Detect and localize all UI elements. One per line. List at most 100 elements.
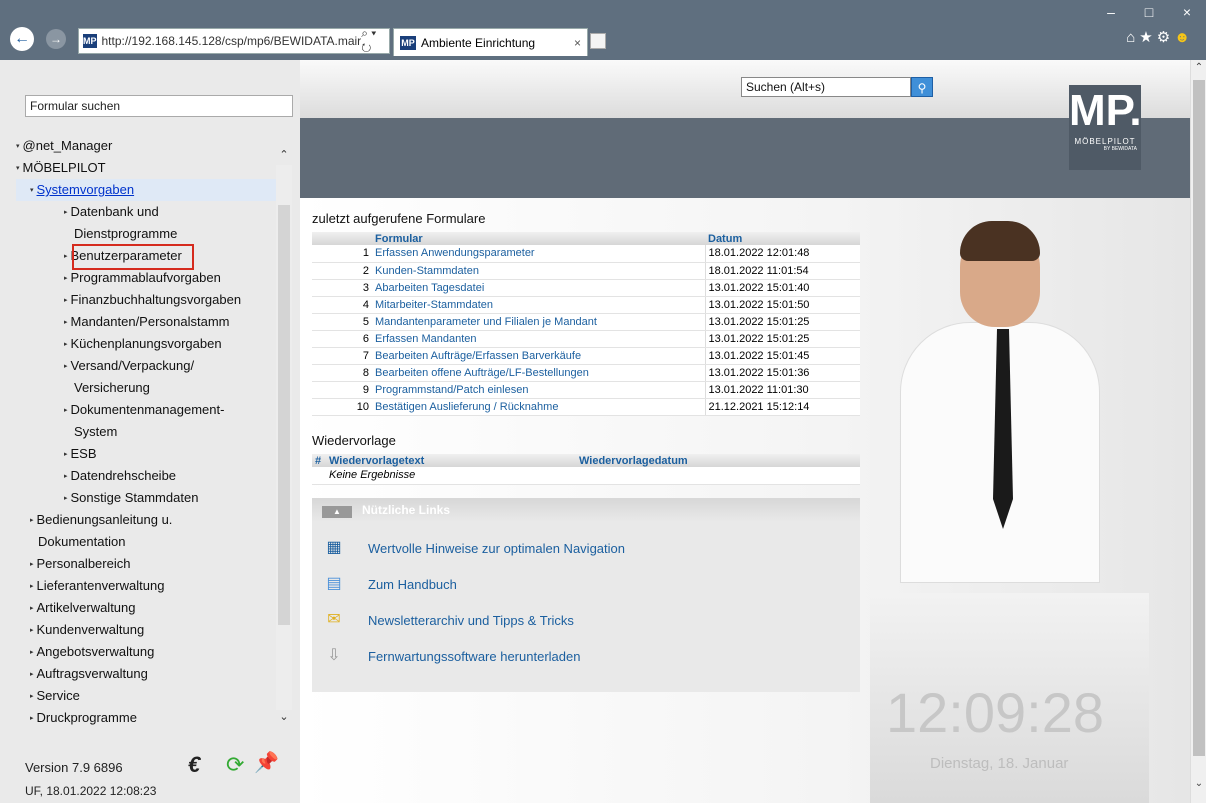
favorites-icon[interactable]: ★: [1139, 29, 1156, 46]
sidebar-item-artikelverwaltung[interactable]: ▸ Artikelverwaltung: [16, 597, 278, 619]
form-link[interactable]: Abarbeiten Tagesdatei: [372, 279, 705, 297]
tree-scrollbar-thumb[interactable]: [278, 205, 290, 625]
pin-icon[interactable]: 📌: [254, 750, 279, 775]
sidebar-item-finanzbuchhaltungsvorgaben[interactable]: ▸ Finanzbuchhaltungsvorgaben: [16, 289, 278, 311]
useful-links-header[interactable]: ▲ Nützliche Links: [312, 498, 860, 522]
table-row[interactable]: 4 Mitarbeiter-Stammdaten 13.01.2022 15:01:…: [312, 296, 860, 314]
table-row[interactable]: 7 Bearbeiten Aufträge/Erfassen Barverkäuf…: [312, 347, 860, 365]
global-search-input[interactable]: Suchen (Alt+s): [741, 77, 911, 97]
sidebar-item-sonstige-stammdaten[interactable]: ▸ Sonstige Stammdaten: [16, 487, 278, 509]
form-link[interactable]: Programmstand/Patch einlesen: [372, 381, 705, 399]
back-button[interactable]: ←: [10, 27, 34, 51]
tab-favicon: MP: [400, 35, 416, 50]
sidebar-item-kundenverwaltung[interactable]: ▸ Kundenverwaltung: [16, 619, 278, 641]
form-link[interactable]: Mandantenparameter und Filialen je Manda…: [372, 313, 705, 331]
table-row[interactable]: 6 Erfassen Mandanten 13.01.2022 15:01:25: [312, 330, 860, 348]
table-row[interactable]: 8 Bearbeiten offene Aufträge/LF-Bestellun…: [312, 364, 860, 382]
logo-byline: BY BEWIDATA: [1103, 146, 1137, 152]
sidebar-item-label: Versand/Verpackung/: [70, 358, 195, 373]
sidebar-item-label: Artikelverwaltung: [36, 600, 136, 615]
sidebar-item-label: Dokumentation: [38, 534, 126, 549]
sidebar-item-druckprogramme[interactable]: ▸ Druckprogramme: [16, 707, 278, 729]
sidebar-item--net-manager[interactable]: ▾ @net_Manager: [16, 135, 278, 157]
form-link[interactable]: Bearbeiten offene Aufträge/LF-Bestellung…: [372, 364, 705, 382]
form-search-input[interactable]: Formular suchen: [25, 95, 293, 117]
sidebar-item-personalbereich[interactable]: ▸ Personalbereich: [16, 553, 278, 575]
sidebar-item-datenbank-und[interactable]: ▸ Datenbank und: [16, 201, 278, 223]
page-scrollbar[interactable]: ⌃ ⌄: [1190, 60, 1206, 803]
sidebar-item-label: Systemvorgaben: [36, 182, 135, 197]
table-row[interactable]: 9 Programmstand/Patch einlesen 13.01.2022 …: [312, 381, 860, 399]
row-date: 13.01.2022 15:01:40: [704, 279, 860, 297]
euro-icon[interactable]: €: [188, 752, 200, 778]
sidebar-item-label: Auftragsverwaltung: [36, 666, 148, 681]
collapse-icon[interactable]: ▲: [322, 506, 352, 518]
table-row[interactable]: 1 Erfassen Anwendungsparameter 18.01.2022 …: [312, 245, 860, 263]
sidebar-item-angebotsverwaltung[interactable]: ▸ Angebotsverwaltung: [16, 641, 278, 663]
sidebar-item-esb[interactable]: ▸ ESB: [16, 443, 278, 465]
form-link[interactable]: Erfassen Anwendungsparameter: [372, 245, 705, 263]
settings-gear-icon[interactable]: ⚙: [1157, 29, 1174, 46]
logo-mark: MP.: [1069, 86, 1142, 135]
sidebar-item-versicherung[interactable]: Versicherung: [16, 377, 278, 399]
scroll-up-icon[interactable]: ⌃: [1191, 62, 1206, 73]
table-row[interactable]: 10 Bestätigen Auslieferung / Rücknahme 21.…: [312, 398, 860, 416]
close-icon[interactable]: ×: [1168, 4, 1206, 20]
expanded-arrow-icon: ▾: [16, 164, 20, 172]
sidebar-item-dokumentenmanagement[interactable]: ▸ Dokumentenmanagement-: [16, 399, 278, 421]
table-row[interactable]: 2 Kunden-Stammdaten 18.01.2022 11:01:54: [312, 262, 860, 280]
tree-scrollbar[interactable]: [276, 165, 292, 710]
row-number: 9: [312, 381, 372, 399]
link-navigation-hints[interactable]: ▦ Wertvolle Hinweise zur optimalen Naviga…: [324, 536, 625, 560]
sidebar-item-programmablaufvorgaben[interactable]: ▸ Programmablaufvorgaben: [16, 267, 278, 289]
sidebar-item-dokumentation[interactable]: Dokumentation: [16, 531, 278, 553]
sidebar-item-auftragsverwaltung[interactable]: ▸ Auftragsverwaltung: [16, 663, 278, 685]
address-bar[interactable]: MP http://192.168.145.128/csp/mp6/BEWIDA…: [78, 26, 390, 56]
sidebar-item-dienstprogramme[interactable]: Dienstprogramme: [16, 223, 278, 245]
form-link[interactable]: Mitarbeiter-Stammdaten: [372, 296, 705, 314]
sidebar-item-service[interactable]: ▸ Service: [16, 685, 278, 707]
sidebar-item-datendrehscheibe[interactable]: ▸ Datendrehscheibe: [16, 465, 278, 487]
home-icon[interactable]: ⌂: [1126, 29, 1139, 46]
new-tab-button[interactable]: [590, 33, 606, 49]
link-newsletter[interactable]: ✉ Newsletterarchiv und Tipps & Tricks: [324, 608, 574, 632]
collapsed-arrow-icon: ▸: [64, 296, 68, 304]
col-wiedervorlagedatum: Wiedervorlagedatum: [576, 454, 860, 467]
minimize-icon[interactable]: –: [1092, 4, 1130, 20]
sidebar-item-möbelpilot[interactable]: ▾ MÖBELPILOT: [16, 157, 278, 179]
scroll-down-icon[interactable]: ⌄: [1191, 778, 1206, 789]
form-link[interactable]: Bestätigen Auslieferung / Rücknahme: [372, 398, 705, 416]
smiley-icon[interactable]: ☻: [1174, 29, 1194, 46]
link-handbook[interactable]: ▤ Zum Handbuch: [324, 572, 456, 596]
link-remote-support[interactable]: ⇩ Fernwartungssoftware herunterladen: [324, 644, 580, 668]
form-link[interactable]: Kunden-Stammdaten: [372, 262, 705, 280]
search-button[interactable]: ⚲: [911, 77, 933, 97]
sidebar: Formular suchen ▾ @net_Manager ▾ MÖBELPILOT…: [0, 60, 300, 803]
form-link[interactable]: Bearbeiten Aufträge/Erfassen Barverkäufe: [372, 347, 705, 365]
forward-button[interactable]: →: [46, 29, 66, 49]
tree-scroll-up-icon[interactable]: ⌃: [276, 148, 292, 164]
sidebar-item-label: Dienstprogramme: [74, 226, 178, 241]
sidebar-item-system[interactable]: System: [16, 421, 278, 443]
sidebar-item-küchenplanungsvorgaben[interactable]: ▸ Küchenplanungsvorgaben: [16, 333, 278, 355]
collapsed-arrow-icon: ▸: [30, 560, 34, 568]
sidebar-item-lieferantenverwaltung[interactable]: ▸ Lieferantenverwaltung: [16, 575, 278, 597]
sidebar-item-label: Datendrehscheibe: [70, 468, 177, 483]
form-link[interactable]: Erfassen Mandanten: [372, 330, 705, 348]
page-scrollbar-thumb[interactable]: [1193, 80, 1205, 756]
search-icon[interactable]: ⌕ ▾ ↻: [361, 26, 385, 56]
close-tab-icon[interactable]: ×: [574, 36, 581, 50]
sidebar-item-mandanten-personalstamm[interactable]: ▸ Mandanten/Personalstamm: [16, 311, 278, 333]
navigation-tree: ▾ @net_Manager ▾ MÖBELPILOT ▾ Systemvorgaben ▸…: [16, 135, 278, 729]
sidebar-item-systemvorgaben[interactable]: ▾ Systemvorgaben: [16, 179, 278, 201]
sidebar-item-label: Personalbereich: [36, 556, 131, 571]
table-row[interactable]: 5 Mandantenparameter und Filialen je Mand…: [312, 313, 860, 331]
table-row[interactable]: 3 Abarbeiten Tagesdatei 13.01.2022 15:01:4…: [312, 279, 860, 297]
refresh-icon[interactable]: ⟳: [226, 752, 244, 778]
collapsed-arrow-icon: ▸: [64, 340, 68, 348]
sidebar-item-versand-verpackung[interactable]: ▸ Versand/Verpackung/: [16, 355, 278, 377]
sidebar-item-bedienungsanleitung-u[interactable]: ▸ Bedienungsanleitung u.: [16, 509, 278, 531]
maximize-icon[interactable]: □: [1130, 4, 1168, 20]
tab-ambiente[interactable]: MP Ambiente Einrichtung ×: [393, 28, 588, 56]
tree-scroll-down-icon[interactable]: ⌄: [276, 710, 292, 726]
